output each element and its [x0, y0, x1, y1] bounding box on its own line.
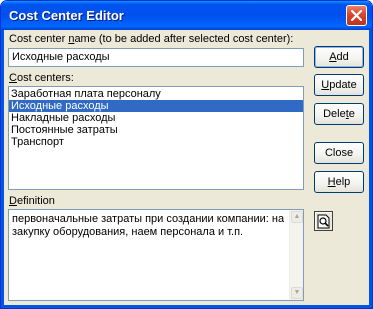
definition-preview-button[interactable]: [314, 211, 333, 231]
cost-center-name-label: Cost center name (to be added after sele…: [9, 33, 293, 45]
cost-centers-label-suffix: ost centers:: [16, 72, 74, 84]
add-button-hotkey: A: [329, 51, 337, 63]
scroll-down-arrow-icon[interactable]: ▼: [291, 287, 303, 299]
definition-scrollbar[interactable]: ▲ ▼: [289, 210, 303, 300]
definition-label: Definition: [9, 195, 55, 207]
delete-button-label-suffix: e: [348, 108, 355, 120]
close-button[interactable]: Close: [314, 142, 364, 164]
definition-text: первоначальные затраты при создании комп…: [12, 213, 285, 238]
window-frame-left: [1, 30, 4, 308]
window-frame-right: [369, 30, 372, 308]
help-button-label: elp: [335, 176, 351, 188]
cost-center-name-input[interactable]: Исходные расходы: [8, 48, 304, 67]
add-button[interactable]: Add: [314, 46, 364, 68]
help-button[interactable]: Help: [314, 171, 364, 193]
definition-textarea[interactable]: первоначальные затраты при создании комп…: [8, 209, 304, 301]
title-bar[interactable]: Cost Center Editor: [1, 1, 372, 30]
window-frame-bottom: [1, 305, 372, 308]
window-title: Cost Center Editor: [9, 8, 124, 23]
update-button[interactable]: Update: [314, 74, 364, 96]
update-button-hotkey: U: [321, 79, 330, 91]
scroll-up-arrow-icon[interactable]: ▲: [291, 211, 303, 223]
cost-centers-label-hotkey: C: [9, 72, 17, 84]
add-button-label: dd: [336, 51, 349, 63]
delete-button[interactable]: Delete: [314, 103, 364, 125]
definition-label-hotkey: D: [9, 195, 17, 207]
delete-button-label-prefix: Dele: [323, 108, 346, 120]
close-x-icon: [351, 10, 362, 21]
cost-center-list-item[interactable]: Исходные расходы: [9, 100, 303, 112]
cost-center-list-item[interactable]: Заработная плата персоналу: [9, 88, 303, 100]
magnifier-preview-icon: [317, 214, 330, 229]
cost-center-list-item[interactable]: Накладные расходы: [9, 112, 303, 124]
cost-center-name-label-prefix: Cost center: [9, 33, 69, 45]
cost-center-list-item[interactable]: Постоянные затраты: [9, 124, 303, 136]
help-button-hotkey: H: [327, 176, 336, 188]
cost-center-list-item[interactable]: Транспорт: [9, 136, 303, 148]
cost-centers-label: Cost centers:: [9, 72, 74, 84]
cost-center-name-label-suffix: ame (to be added after selected cost cen…: [74, 33, 294, 45]
cost-center-editor-window: Cost Center Editor Cost center name (to …: [0, 0, 373, 309]
cost-centers-list[interactable]: Заработная плата персоналу Исходные расхо…: [8, 86, 304, 190]
close-window-button[interactable]: [346, 5, 367, 26]
update-button-label: pdate: [329, 79, 357, 91]
definition-label-suffix: efinition: [16, 195, 55, 207]
